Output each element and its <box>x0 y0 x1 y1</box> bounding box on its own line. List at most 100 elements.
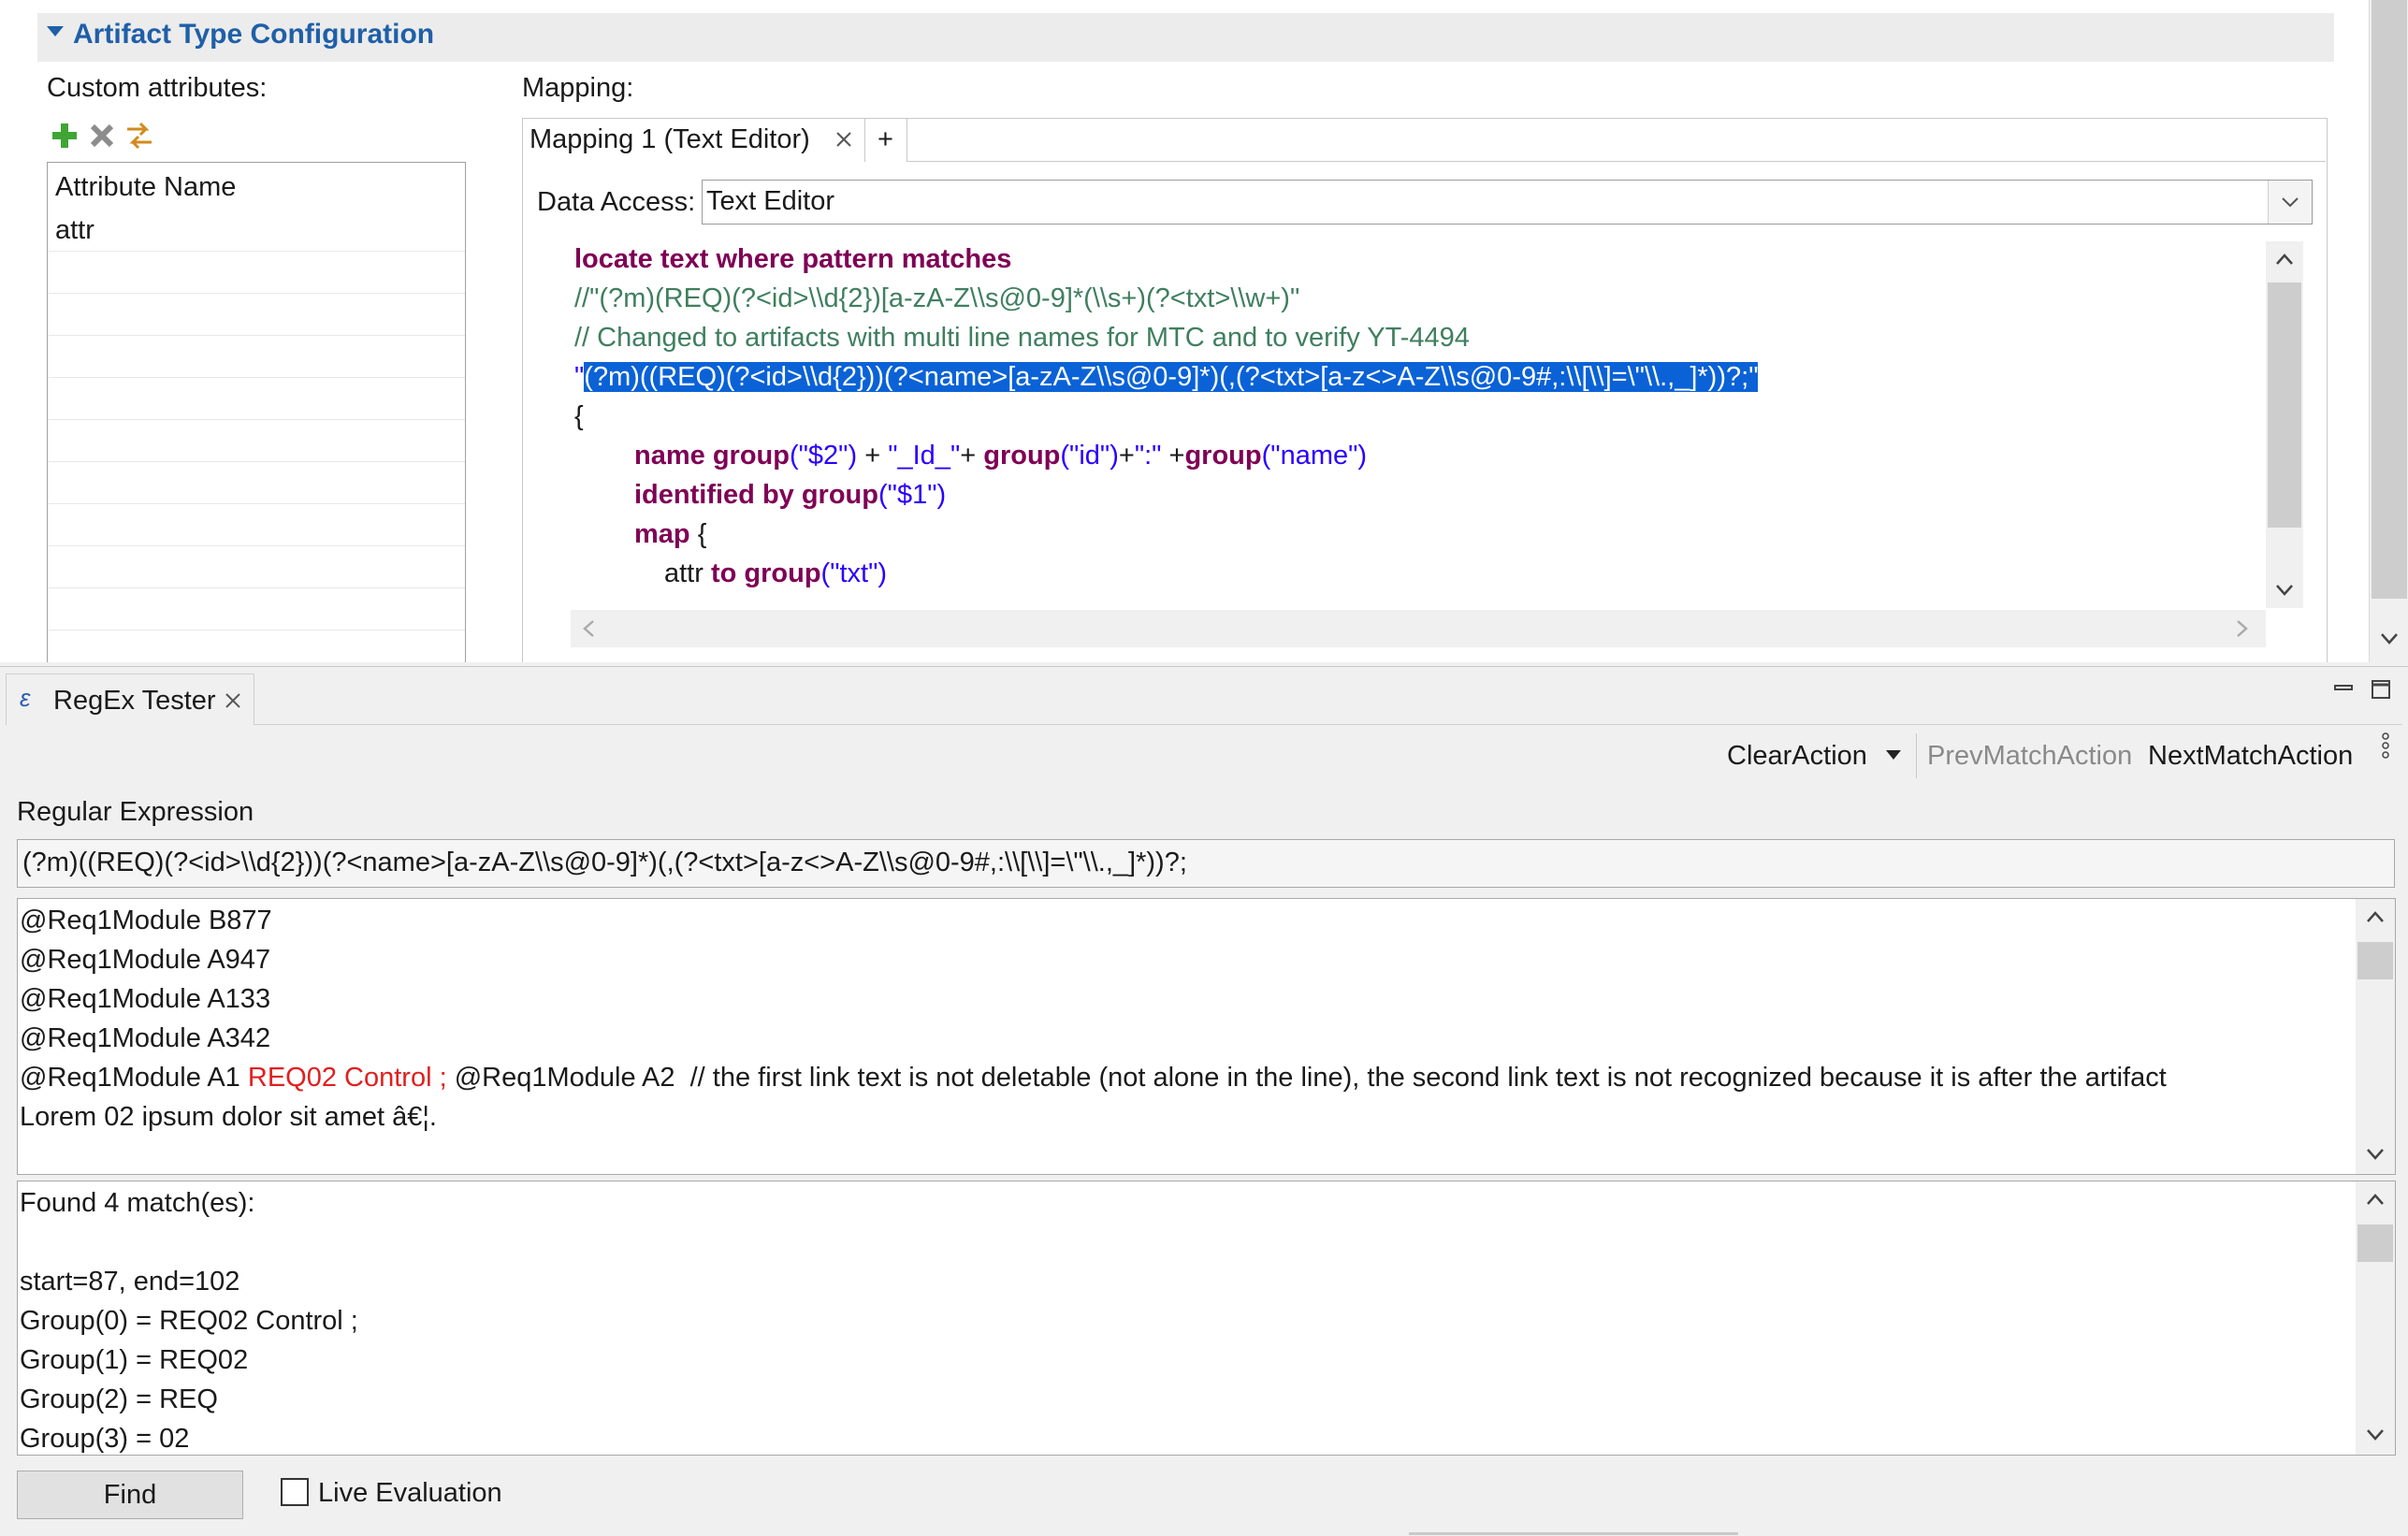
match-highlight: REQ02 Control ; <box>247 1063 447 1093</box>
code-line-4: "(?m)((REQ)(?<id>\\d{2}))(?<name>[a-zA-Z… <box>574 359 1759 395</box>
scrollbar-thumb[interactable] <box>2357 942 2393 979</box>
code-punct: + <box>1161 441 1185 471</box>
sample-line: @Req1Module A133 <box>20 984 271 1014</box>
data-access-select[interactable]: Text Editor <box>702 180 2313 225</box>
close-view-icon[interactable] <box>224 691 242 710</box>
result-line: Found 4 match(es): <box>20 1188 255 1218</box>
add-tab-label: + <box>878 124 893 154</box>
find-button[interactable]: Find <box>17 1471 243 1519</box>
editor-vertical-scrollbar[interactable] <box>2266 241 2303 608</box>
data-access-label: Data Access: <box>537 187 696 217</box>
tab-strip-line <box>907 161 2326 162</box>
chevron-down-icon[interactable] <box>2366 1428 2385 1442</box>
regular-expression-label: Regular Expression <box>17 797 254 827</box>
table-row[interactable] <box>48 588 465 630</box>
code-keyword: map <box>634 519 690 549</box>
scrollbar-thumb[interactable] <box>2372 0 2407 599</box>
code-line-7: identified by group("$1") <box>634 477 946 513</box>
code-punct: { <box>689 519 707 549</box>
maximize-icon[interactable] <box>2371 679 2391 700</box>
code-comment: // Changed to artifacts with multi line … <box>574 323 1470 353</box>
sample-vertical-scrollbar[interactable] <box>2356 898 2396 1175</box>
code-keyword: group <box>1184 441 1262 471</box>
code-comment: //"(?m)(REQ)(?<id>\\d{2})[a-zA-Z\\s@0-9]… <box>574 283 1300 313</box>
add-attribute-icon[interactable] <box>51 122 79 150</box>
dropdown-arrow-icon[interactable] <box>1884 748 1903 761</box>
custom-attributes-label: Custom attributes: <box>47 73 268 103</box>
tab-mapping-1[interactable]: Mapping 1 (Text Editor) <box>523 119 865 162</box>
code-string: ("$1") <box>878 480 947 510</box>
mapping-code-editor[interactable]: locate text where pattern matches //"(?m… <box>571 241 2303 608</box>
regular-expression-value: (?m)((REQ)(?<id>\\d{2}))(?<name>[a-zA-Z\… <box>22 848 1187 877</box>
sample-line: @Req1Module A1 REQ02 Control ; @Req1Modu… <box>20 1058 2167 1097</box>
delete-attribute-icon[interactable] <box>88 122 116 150</box>
minimize-icon[interactable] <box>2333 679 2354 698</box>
add-mapping-tab[interactable]: + <box>865 119 907 162</box>
tab-mapping-1-label: Mapping 1 (Text Editor) <box>529 124 810 154</box>
prev-match-action-button[interactable]: PrevMatchAction <box>1927 741 2132 772</box>
table-row[interactable] <box>48 378 465 420</box>
table-row[interactable] <box>48 546 465 588</box>
table-row[interactable] <box>48 252 465 294</box>
code-string: ("id") <box>1060 441 1119 471</box>
tab-regex-tester[interactable]: ε RegEx Tester <box>6 674 254 725</box>
dropdown-button[interactable] <box>2268 181 2312 224</box>
selected-regex-text: (?m)((REQ)(?<id>\\d{2}))(?<name>[a-zA-Z\… <box>584 362 1749 392</box>
scrollbar-thumb[interactable] <box>2357 1224 2393 1262</box>
chevron-right-icon[interactable] <box>2236 619 2249 638</box>
code-keyword: locate text where pattern matches <box>574 244 1012 274</box>
attributes-table[interactable]: Attribute Name attr <box>47 162 466 662</box>
attribute-name-column-header: Attribute Name <box>55 172 237 202</box>
section-title[interactable]: Artifact Type Configuration <box>73 19 434 51</box>
code-punct: + <box>960 441 984 471</box>
scrollbar-thumb[interactable] <box>2268 283 2301 528</box>
regular-expression-input[interactable]: (?m)((REQ)(?<id>\\d{2}))(?<name>[a-zA-Z\… <box>17 839 2395 888</box>
table-row[interactable] <box>48 294 465 336</box>
result-line: Group(1) = REQ02 <box>20 1345 249 1375</box>
match-results-area[interactable]: Found 4 match(es): start=87, end=102 Gro… <box>17 1181 2357 1456</box>
table-row[interactable] <box>48 504 465 546</box>
chevron-down-icon[interactable] <box>2366 1148 2385 1161</box>
sample-line: @Req1Module A947 <box>20 945 271 975</box>
close-tab-icon[interactable] <box>834 130 853 149</box>
collapse-triangle-icon[interactable] <box>47 26 64 36</box>
code-line-3: // Changed to artifacts with multi line … <box>574 320 1470 355</box>
live-evaluation-checkbox[interactable] <box>281 1478 309 1506</box>
table-row[interactable]: attr <box>48 210 465 252</box>
chevron-left-icon[interactable] <box>582 619 595 638</box>
table-row[interactable] <box>48 420 465 462</box>
clear-action-button[interactable]: ClearAction <box>1727 741 1867 772</box>
code-keyword: to group <box>710 558 821 588</box>
code-punct: attr <box>664 558 711 588</box>
chevron-down-icon[interactable] <box>2380 632 2399 645</box>
table-row[interactable] <box>48 336 465 378</box>
chevron-up-icon[interactable] <box>2366 1193 2385 1206</box>
sample-line: @Req1Module B877 <box>20 906 272 935</box>
artifact-config-pane: Artifact Type Configuration Custom attri… <box>0 0 2408 662</box>
code-string: " <box>574 362 585 392</box>
code-line-9: attr to group("txt") <box>664 556 887 591</box>
view-menu-icon[interactable] <box>2380 732 2391 760</box>
results-vertical-scrollbar[interactable] <box>2356 1181 2396 1456</box>
sample-text: @Req1Module A1 <box>20 1063 248 1093</box>
code-string: "_Id_" <box>888 441 961 471</box>
page-vertical-scrollbar[interactable] <box>2369 0 2408 662</box>
code-keyword: name group <box>634 441 790 471</box>
chevron-up-icon[interactable] <box>2275 253 2294 266</box>
code-string: ("$2") <box>789 441 858 471</box>
sample-text: @Req1Module A2 // the first link text is… <box>446 1063 2167 1093</box>
sample-text-area[interactable]: @Req1Module B877 @Req1Module A947 @Req1M… <box>17 898 2357 1175</box>
rename-attribute-icon[interactable] <box>123 120 155 152</box>
table-row[interactable] <box>48 462 465 504</box>
chevron-down-icon[interactable] <box>2275 584 2294 597</box>
code-line-8: map { <box>634 516 706 552</box>
code-keyword: group <box>983 441 1061 471</box>
chevron-up-icon[interactable] <box>2366 910 2385 923</box>
code-string: ":" <box>1134 441 1162 471</box>
code-keyword: identified by group <box>634 480 878 510</box>
attribute-cell: attr <box>55 215 94 245</box>
live-evaluation-label: Live Evaluation <box>318 1478 502 1508</box>
next-match-action-button[interactable]: NextMatchAction <box>2148 741 2353 772</box>
code-string: ("name") <box>1261 441 1368 471</box>
editor-horizontal-scrollbar[interactable] <box>571 610 2266 647</box>
